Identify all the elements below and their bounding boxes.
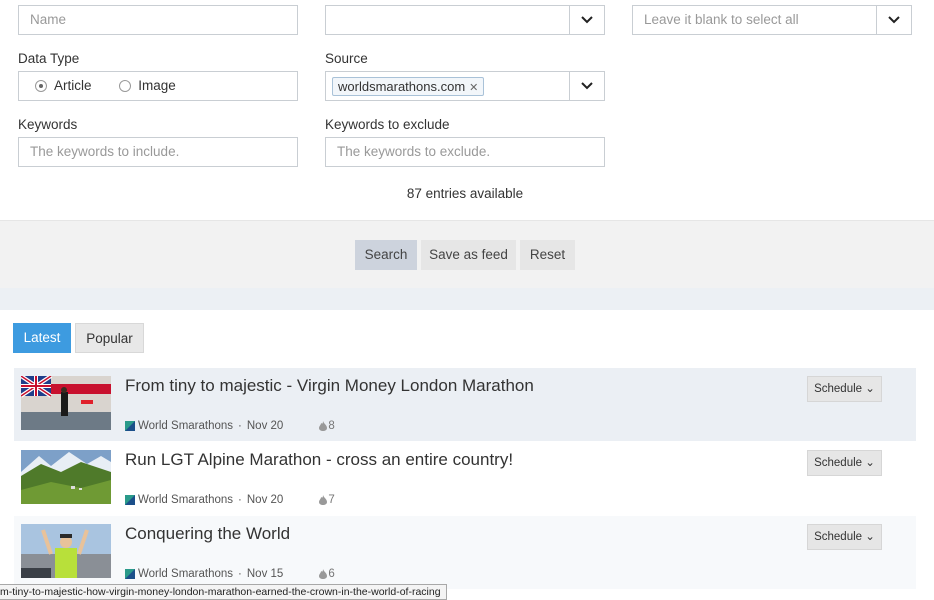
search-button[interactable]: Search [355,240,417,270]
thumbnail-alpine[interactable] [21,450,111,504]
data-type-label: Data Type [18,51,80,66]
schedule-dropdown[interactable]: Schedule ⌄ [807,376,882,402]
divider [0,288,934,310]
exclude-label: Keywords to exclude [325,117,450,132]
chevron-down-icon[interactable] [876,6,911,34]
chevron-down-icon: ⌄ [865,531,875,543]
engagement-count: 8 [319,420,335,432]
chevron-down-icon: ⌄ [865,383,875,395]
article-meta: World Smarathons · Nov 20 8 [125,420,335,432]
radio-article[interactable]: Article [35,72,92,100]
article-title[interactable]: From tiny to majestic - Virgin Money Lon… [125,376,534,396]
source-logo-icon [125,421,135,431]
save-feed-button[interactable]: Save as feed [421,240,516,270]
schedule-dropdown[interactable]: Schedule ⌄ [807,450,882,476]
chevron-down-icon[interactable] [569,6,604,34]
list-item[interactable]: From tiny to majestic - Virgin Money Lon… [14,368,916,442]
status-bar-url: m-tiny-to-majestic-how-virgin-money-lond… [0,584,447,600]
data-type-radios: Article Image [18,71,298,101]
source-select[interactable]: worldsmarathons.com ✕ [325,71,605,101]
feed-list: From tiny to majestic - Virgin Money Lon… [14,368,916,590]
source-logo-icon [125,569,135,579]
thumbnail-conquering[interactable] [21,524,111,578]
reset-button[interactable]: Reset [520,240,575,270]
category-select[interactable] [325,5,605,35]
chevron-down-icon[interactable] [569,72,604,100]
list-item[interactable]: Run LGT Alpine Marathon - cross an entir… [14,442,916,516]
blank-select[interactable]: Leave it blank to select all [632,5,912,35]
exclude-input[interactable]: The keywords to exclude. [325,137,605,167]
article-title[interactable]: Conquering the World [125,524,290,544]
source-logo-icon [125,495,135,505]
schedule-dropdown[interactable]: Schedule ⌄ [807,524,882,550]
remove-tag-icon[interactable]: ✕ [469,82,478,94]
source-label: Source [325,51,368,66]
article-meta: World Smarathons · Nov 15 6 [125,568,335,580]
radio-unchecked-icon [119,80,132,92]
keywords-label: Keywords [18,117,78,132]
name-input[interactable]: Name [18,5,298,35]
flame-icon [319,421,328,431]
article-title[interactable]: Run LGT Alpine Marathon - cross an entir… [125,450,513,470]
flame-icon [319,495,328,505]
flame-icon [319,569,328,579]
list-item[interactable]: Conquering the World World Smarathons · No… [14,516,916,590]
chevron-down-icon: ⌄ [865,457,875,469]
entries-count: 87 entries available [406,186,524,201]
article-meta: World Smarathons · Nov 20 7 [125,494,335,506]
thumbnail-london[interactable] [21,376,111,430]
tab-latest[interactable]: Latest [13,323,71,353]
tab-popular[interactable]: Popular [75,323,144,353]
engagement-count: 6 [319,568,335,580]
radio-image[interactable]: Image [119,72,176,100]
keywords-input[interactable]: The keywords to include. [18,137,298,167]
engagement-count: 7 [319,494,335,506]
source-tag: worldsmarathons.com ✕ [332,77,485,96]
action-bar: Search Save as feed Reset [0,220,934,288]
radio-checked-icon [35,80,47,92]
